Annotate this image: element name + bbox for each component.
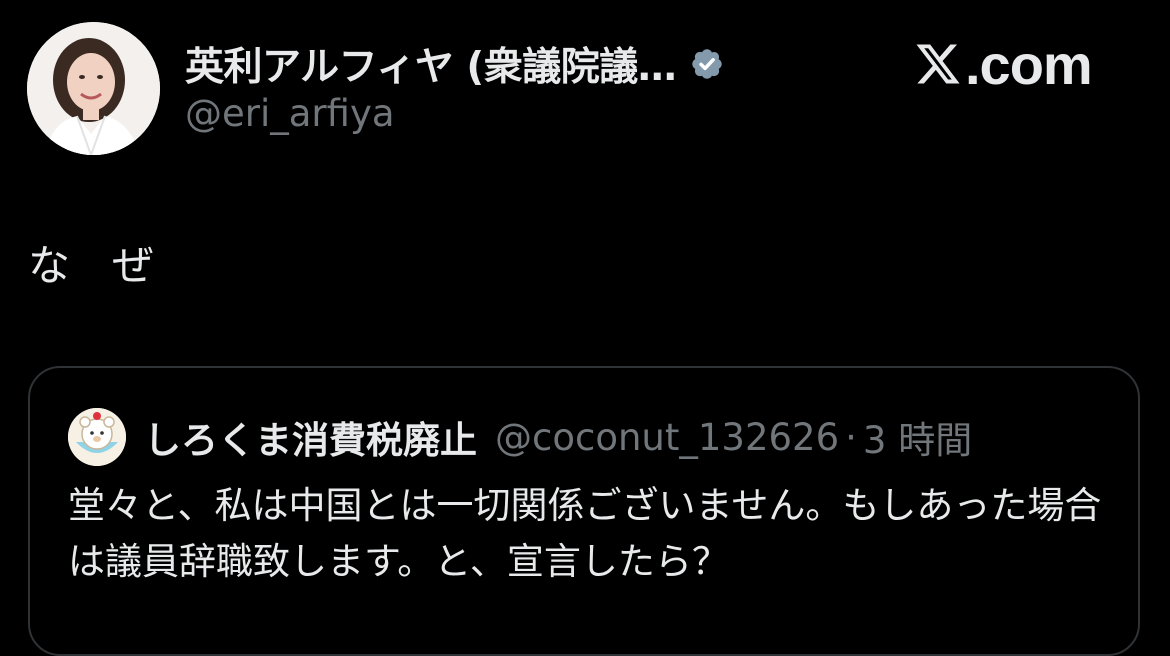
site-logo[interactable]: .com (913, 30, 1093, 98)
quoted-author-avatar[interactable] (68, 408, 126, 466)
author-name[interactable]: 英利アルフィヤ (衆議院議… (185, 36, 677, 92)
quoted-header-separator: · (845, 415, 857, 459)
quoted-author-avatar-image (68, 408, 126, 466)
tweet-text: な ぜ (28, 241, 155, 290)
author-name-row: 英利アルフィヤ (衆議院議… (185, 36, 728, 92)
quoted-tweet-card[interactable]: しろくま消費税廃止 @coconut_132626 · 3 時間 堂々と、私は中… (28, 366, 1140, 656)
quoted-author-handle[interactable]: @coconut_132626 (495, 416, 839, 459)
quoted-author-name[interactable]: しろくま消費税廃止 (144, 410, 477, 464)
author-handle[interactable]: @eri_arfiya (185, 92, 395, 135)
author-avatar[interactable] (27, 22, 160, 155)
quoted-tweet-timestamp[interactable]: 3 時間 (863, 410, 972, 464)
site-logo-text: .com (965, 32, 1093, 96)
quoted-tweet-text: 堂々と、私は中国とは一切関係ございません。もしあった場合は議員辞職致します。と、… (68, 484, 1102, 583)
verified-badge-icon (686, 43, 728, 85)
quoted-tweet-header: しろくま消費税廃止 @coconut_132626 · 3 時間 (144, 410, 972, 464)
x-logo-icon (916, 44, 960, 84)
author-avatar-image (27, 22, 160, 155)
